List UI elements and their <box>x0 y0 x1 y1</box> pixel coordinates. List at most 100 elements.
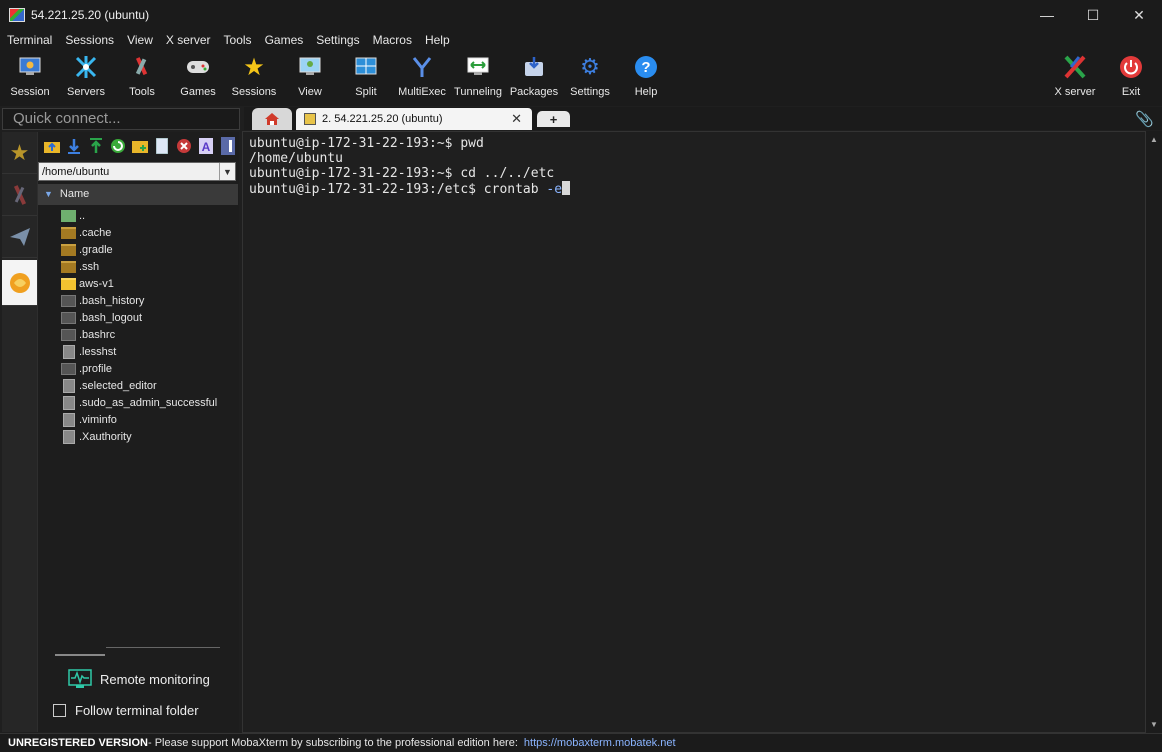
file-row[interactable]: .lesshst <box>38 343 238 360</box>
parent-folder-icon <box>61 209 76 222</box>
file-icon <box>63 429 75 444</box>
terminal-scrollbar[interactable]: ▲ ▼ <box>1146 131 1162 733</box>
file-row[interactable]: .bashrc <box>38 326 238 343</box>
side-tab-sessions[interactable]: ★ <box>2 132 37 174</box>
file-row[interactable]: .selected_editor <box>38 377 238 394</box>
permissions-button[interactable] <box>217 136 239 156</box>
sort-arrow-icon: ▼ <box>44 189 53 199</box>
file-row[interactable]: .bash_history <box>38 292 238 309</box>
download-button[interactable] <box>63 136 85 156</box>
view-button[interactable]: View <box>282 52 338 102</box>
menu-settings[interactable]: Settings <box>309 33 365 47</box>
column-name-header: Name <box>59 188 90 200</box>
file-icon <box>61 328 76 341</box>
path-input[interactable]: /home/ubuntu ▼ <box>38 162 236 181</box>
home-tab[interactable] <box>252 108 292 130</box>
sessions-button[interactable]: ★ Sessions <box>226 52 282 102</box>
file-row[interactable]: .ssh <box>38 258 238 275</box>
session-button[interactable]: Session <box>2 52 58 102</box>
side-tab-macros[interactable] <box>2 216 37 258</box>
terminal-output[interactable]: ubuntu@ip-172-31-22-193:~$ pwd /home/ubu… <box>242 131 1146 733</box>
paperclip-icon[interactable]: 📎 <box>1135 110 1154 128</box>
remote-monitoring-button[interactable]: Remote monitoring <box>68 669 210 689</box>
file-row[interactable]: .. <box>38 207 238 224</box>
file-list-header[interactable]: ▼ Name <box>38 184 238 205</box>
menu-games[interactable]: Games <box>258 33 310 47</box>
side-tab-tools[interactable] <box>2 174 37 216</box>
terminal-line: /home/ubuntu <box>249 151 343 166</box>
menu-terminal[interactable]: Terminal <box>0 33 58 47</box>
main-toolbar: Session Servers Tools Games ★ Sessions V… <box>0 50 1162 106</box>
new-tab-button[interactable]: + <box>537 111 570 127</box>
plus-icon: + <box>549 111 558 127</box>
file-row[interactable]: .viminfo <box>38 411 238 428</box>
side-tab-sftp[interactable] <box>2 260 37 306</box>
delete-button[interactable] <box>173 136 195 156</box>
session-tab[interactable]: 2. 54.221.25.20 (ubuntu) ✕ <box>296 108 532 130</box>
gamepad-icon <box>186 55 210 79</box>
app-icon <box>9 8 25 22</box>
refresh-icon <box>111 139 125 153</box>
new-folder-icon <box>132 141 148 153</box>
games-button[interactable]: Games <box>170 52 226 102</box>
refresh-button[interactable] <box>107 136 129 156</box>
quick-connect-input[interactable]: Quick connect... <box>2 108 240 130</box>
file-icon <box>61 294 76 307</box>
file-name: .sudo_as_admin_successful <box>79 396 218 409</box>
folder-icon <box>61 260 76 273</box>
window-title: 54.221.25.20 (ubuntu) <box>31 8 150 22</box>
split-icon <box>354 55 378 79</box>
rename-button[interactable]: A <box>195 136 217 156</box>
menu-help[interactable]: Help <box>418 33 456 47</box>
file-name: .Xauthority <box>79 430 132 443</box>
svg-text:A: A <box>202 140 211 154</box>
parent-folder-button[interactable] <box>41 136 63 156</box>
menu-macros[interactable]: Macros <box>366 33 418 47</box>
file-row[interactable]: .bash_logout <box>38 309 238 326</box>
file-row[interactable]: aws-v1 <box>38 275 238 292</box>
window-controls: — ☐ ✕ <box>1024 0 1162 30</box>
settings-button[interactable]: ⚙ Settings <box>562 52 618 102</box>
multiexec-icon <box>410 55 434 79</box>
file-name: .viminfo <box>79 413 117 426</box>
checkbox[interactable] <box>53 704 66 717</box>
help-button[interactable]: ? Help <box>618 52 674 102</box>
chevron-down-icon[interactable]: ▼ <box>219 163 235 180</box>
file-name: .gradle <box>79 243 113 256</box>
mobatek-link[interactable]: https://mobaxterm.mobatek.net <box>524 734 676 752</box>
multiexec-button[interactable]: MultiExec <box>394 52 450 102</box>
close-icon[interactable]: ✕ <box>511 111 522 127</box>
file-row[interactable]: .gradle <box>38 241 238 258</box>
maximize-button[interactable]: ☐ <box>1070 0 1116 30</box>
xserver-button[interactable]: X server <box>1047 52 1103 102</box>
menu-sessions[interactable]: Sessions <box>58 33 120 47</box>
file-name: .ssh <box>79 260 100 273</box>
menu-tools[interactable]: Tools <box>217 33 258 47</box>
packages-button[interactable]: Packages <box>506 52 562 102</box>
tools-button[interactable]: Tools <box>114 52 170 102</box>
file-name: .bash_logout <box>79 311 142 324</box>
scroll-up-icon[interactable]: ▲ <box>1150 135 1158 144</box>
tunneling-button[interactable]: Tunneling <box>450 52 506 102</box>
file-row[interactable]: .profile <box>38 360 238 377</box>
close-button[interactable]: ✕ <box>1116 0 1162 30</box>
menu-view[interactable]: View <box>120 33 159 47</box>
follow-terminal-folder-checkbox[interactable]: Follow terminal folder <box>53 703 199 718</box>
file-name: .bashrc <box>79 328 116 341</box>
file-name: .profile <box>79 362 113 375</box>
file-row[interactable]: .sudo_as_admin_successful <box>38 394 238 411</box>
new-file-button[interactable] <box>151 136 173 156</box>
split-button[interactable]: Split <box>338 52 394 102</box>
file-row[interactable]: .Xauthority <box>38 428 238 445</box>
file-icon <box>63 344 75 359</box>
scroll-down-icon[interactable]: ▼ <box>1150 720 1158 729</box>
file-row[interactable]: .cache <box>38 224 238 241</box>
servers-button[interactable]: Servers <box>58 52 114 102</box>
tools-icon <box>130 55 154 79</box>
exit-button[interactable]: Exit <box>1103 52 1159 102</box>
divider <box>106 647 220 648</box>
menu-xserver[interactable]: X server <box>159 33 217 47</box>
minimize-button[interactable]: — <box>1024 0 1070 30</box>
new-folder-button[interactable] <box>129 136 151 156</box>
upload-button[interactable] <box>85 136 107 156</box>
